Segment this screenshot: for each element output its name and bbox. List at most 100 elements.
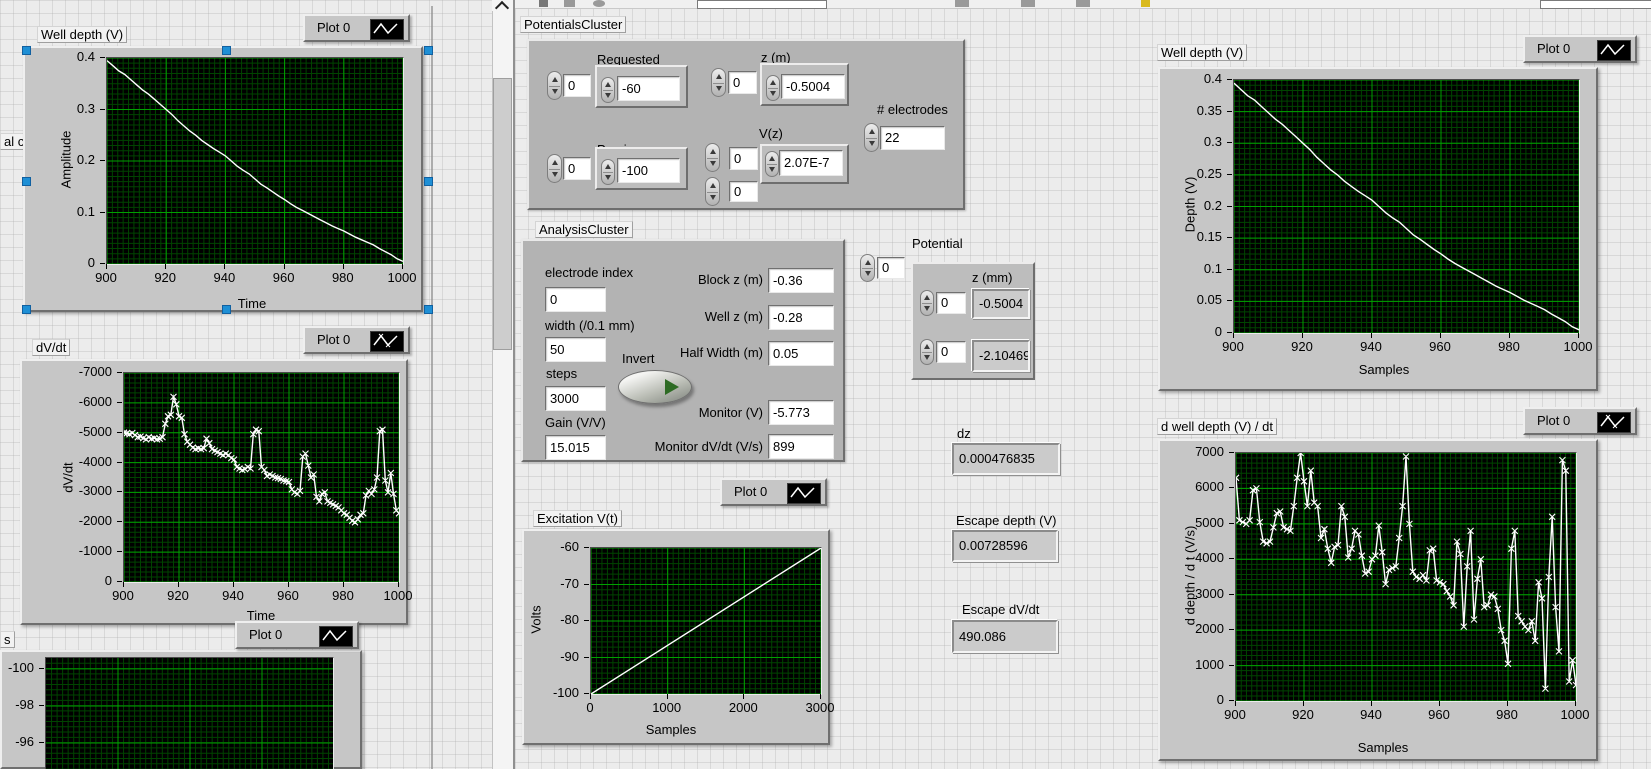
v-z-index1-field[interactable]: 0 <box>729 147 758 170</box>
dvdt-left-line-style-icon[interactable] <box>370 331 404 352</box>
well-depth-right-title: Well depth (V) <box>1157 44 1248 61</box>
electrodes-spinner[interactable] <box>864 123 879 152</box>
toolbar <box>515 0 1651 9</box>
well-depth-right-xtick: 900 <box>1222 339 1244 354</box>
selection-handle[interactable] <box>424 177 433 186</box>
requested-value-spinner[interactable] <box>601 77 615 103</box>
z-m-value-spinner[interactable] <box>766 75 780 101</box>
selection-handle[interactable] <box>424 46 433 55</box>
labview-front-panel: al change in V s PotentialsCluster Reque… <box>0 0 1651 769</box>
monitor-dvdt-field[interactable]: 899 <box>768 434 834 459</box>
z-mm-row1-index[interactable]: 0 <box>936 292 966 314</box>
excitation-xtick-mark <box>666 694 668 699</box>
z-mm-row1-indicator: -0.5004 <box>972 289 1030 319</box>
distribute-objects-icon[interactable] <box>1021 0 1035 7</box>
selection-handle[interactable] <box>22 177 31 186</box>
dwell-dt-right-plot-legend[interactable]: Plot 0 <box>1523 407 1637 435</box>
dvdt-left-plot-area[interactable] <box>123 372 400 583</box>
selection-handle[interactable] <box>222 305 231 314</box>
well-depth-left-legend-text: Plot 0 <box>317 20 351 35</box>
z-mm-row2-spinner[interactable] <box>920 339 934 365</box>
invert-toggle-button[interactable] <box>618 370 692 404</box>
glasses-icon[interactable] <box>593 0 605 7</box>
well-depth-right-ytick-mark <box>1227 205 1232 207</box>
z-m-value-field[interactable]: -0.5004 <box>781 74 845 99</box>
dvdt-left-plot-legend[interactable]: Plot 0 <box>303 326 410 354</box>
electrode-index-field[interactable]: 0 <box>545 287 606 312</box>
v-z-value-spinner[interactable] <box>765 151 779 177</box>
partial-left-legend-text: Plot 0 <box>249 627 283 642</box>
well-depth-right-plot-legend[interactable]: Plot 0 <box>1523 35 1637 63</box>
excitation-ytick-mark <box>584 620 589 621</box>
well-z-field[interactable]: -0.28 <box>768 305 834 330</box>
previous-index-spinner[interactable] <box>547 154 562 183</box>
dvdt-left-ytick-mark <box>117 372 122 373</box>
width-field[interactable]: 50 <box>545 337 606 362</box>
potential-index-spinner[interactable] <box>860 254 875 282</box>
z-m-index-field[interactable]: 0 <box>728 71 757 94</box>
previous-value-spinner[interactable] <box>601 159 615 185</box>
v-z-index1-spinner[interactable] <box>705 143 720 172</box>
well-depth-right-xtick-mark <box>1233 333 1234 338</box>
electrodes-field[interactable]: 22 <box>880 126 945 150</box>
excitation-line-style-icon[interactable] <box>787 483 821 504</box>
z-mm-row1-spinner[interactable] <box>920 290 934 316</box>
requested-index-spinner[interactable] <box>547 71 562 100</box>
well-depth-left-plot-area[interactable] <box>106 57 404 265</box>
excitation-xaxis-label: Samples <box>645 722 697 737</box>
excitation-xtick: 0 <box>586 700 594 715</box>
dwell-dt-right-ytick-mark <box>1229 593 1234 595</box>
v-z-index2-spinner[interactable] <box>705 177 720 206</box>
well-depth-right-ytick-mark <box>1227 300 1232 302</box>
search-box[interactable] <box>1540 0 1651 9</box>
well-depth-right-plot-area[interactable] <box>1233 79 1580 334</box>
partial-left-plot-legend[interactable]: Plot 0 <box>235 621 359 649</box>
v-z-label: V(z) <box>759 126 783 141</box>
run-button[interactable] <box>539 0 548 7</box>
print-icon[interactable] <box>564 0 575 7</box>
highlight-execution-bulb-icon[interactable] <box>1141 0 1150 7</box>
gain-field[interactable]: 15.015 <box>545 435 606 460</box>
requested-value-field[interactable]: -60 <box>617 76 680 101</box>
previous-value-field[interactable]: -100 <box>617 158 680 183</box>
well-depth-right-line-style-icon[interactable] <box>1597 40 1631 61</box>
selection-handle[interactable] <box>424 305 433 314</box>
scrollbar-thumb[interactable] <box>493 78 512 350</box>
z-mm-row2-index[interactable]: 0 <box>936 341 966 363</box>
excitation-plot-area[interactable] <box>590 547 822 695</box>
partial-left-plot-area[interactable] <box>45 657 334 769</box>
z-m-index-spinner[interactable] <box>711 68 726 97</box>
well-depth-left-line-style-icon[interactable] <box>370 19 404 40</box>
selection-handle[interactable] <box>22 46 31 55</box>
v-z-index2-field[interactable]: 0 <box>729 181 758 202</box>
potential-index-field[interactable]: 0 <box>877 257 905 279</box>
well-depth-right-xtick-mark <box>1371 333 1372 338</box>
dwell-dt-right-plot-area[interactable] <box>1235 452 1577 702</box>
align-objects-icon[interactable] <box>955 0 969 7</box>
resize-objects-icon[interactable] <box>1076 0 1090 7</box>
previous-index-field[interactable]: 0 <box>563 157 591 180</box>
dwell-dt-right-line-style-icon[interactable] <box>1597 412 1631 433</box>
font-selector[interactable] <box>697 0 827 9</box>
escape-depth-label: Escape depth (V) <box>956 513 1057 528</box>
excitation-plot-legend[interactable]: Plot 0 <box>720 478 827 506</box>
dvdt-left-xtick-mark <box>233 582 234 587</box>
scroll-up-button[interactable] <box>492 0 513 11</box>
half-width-field[interactable]: 0.05 <box>768 341 834 366</box>
dwell-dt-right-xtick: 900 <box>1224 707 1246 722</box>
well-depth-left-plot-legend[interactable]: Plot 0 <box>303 14 410 42</box>
dwell-dt-right-xtick: 960 <box>1428 707 1450 722</box>
dvdt-left-ytick-mark <box>117 551 122 553</box>
monitor-field[interactable]: -5.773 <box>768 400 834 425</box>
partial-left-ytick-mark <box>39 741 44 743</box>
requested-index-field[interactable]: 0 <box>563 74 591 97</box>
block-z-field[interactable]: -0.36 <box>768 268 834 293</box>
steps-field[interactable]: 3000 <box>545 386 606 411</box>
partial-left-line-style-icon[interactable] <box>319 626 353 647</box>
v-z-value-field[interactable]: 2.07E-7 <box>779 150 843 176</box>
dwell-dt-right-ytick-mark <box>1229 487 1234 489</box>
well-depth-left-xtick: 1000 <box>387 270 417 285</box>
excitation-xtick-mark <box>590 694 591 699</box>
selection-handle[interactable] <box>222 46 231 55</box>
selection-handle[interactable] <box>22 305 31 314</box>
